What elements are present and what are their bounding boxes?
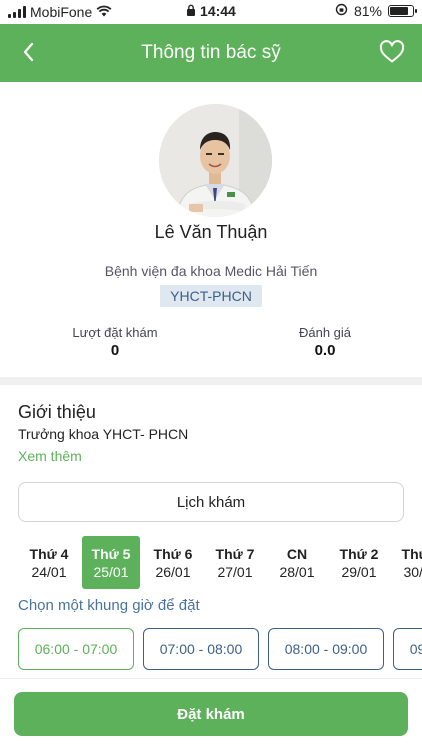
day-name: Thứ 4 bbox=[29, 545, 69, 562]
day-item[interactable]: Thứ 330/01 bbox=[392, 536, 422, 589]
doctor-profile: Lê Văn Thuận Bệnh viện đa khoa Medic Hải… bbox=[0, 82, 422, 378]
day-name: Thứ 6 bbox=[153, 545, 193, 562]
doctor-avatar bbox=[159, 104, 272, 217]
day-date: 25/01 bbox=[93, 563, 129, 580]
doctor-name: Lê Văn Thuận bbox=[154, 222, 268, 242]
hospital-name: Bệnh viện đa khoa Medic Hải Tiến bbox=[104, 263, 318, 279]
lock-icon bbox=[186, 3, 200, 19]
footer-bar: Đặt khám bbox=[0, 678, 422, 750]
day-name: Thứ 2 bbox=[339, 545, 379, 562]
day-name: Thứ 3 bbox=[401, 545, 422, 562]
time-slot[interactable]: 06:00 - 07:00 bbox=[18, 628, 134, 670]
day-item[interactable]: Thứ 2 29/01 bbox=[330, 536, 388, 589]
section-divider bbox=[0, 377, 422, 385]
specialty-wrap: YHCT-PHCN bbox=[0, 285, 422, 307]
day-name: CN bbox=[286, 545, 308, 562]
day-date: 28/01 bbox=[279, 563, 315, 580]
rating-value: 0.0 bbox=[314, 342, 336, 359]
day-name: Thứ 7 bbox=[215, 545, 255, 562]
intro-heading: Giới thiệu bbox=[18, 402, 96, 422]
back-button[interactable] bbox=[16, 40, 40, 64]
day-date: 30/01 bbox=[403, 563, 422, 580]
app-header: Thông tin bác sỹ bbox=[0, 24, 422, 82]
day-selector: Thứ 4 24/01 Thứ 5 25/01 Thứ 6 26/01 Thứ 7 27… bbox=[20, 536, 422, 590]
rating-stat: Đánh giá 0.0 bbox=[270, 325, 380, 359]
chevron-left-icon bbox=[23, 42, 34, 62]
time-slot-list: 06:00 - 07:00 07:00 - 08:00 08:00 - 09:0… bbox=[18, 628, 422, 672]
intro-text: Trưởng khoa YHCT- PHCN bbox=[18, 426, 189, 442]
day-date: 26/01 bbox=[155, 563, 191, 580]
bookings-label: Lượt đặt khám bbox=[72, 325, 158, 340]
specialty-badge: YHCT-PHCN bbox=[160, 285, 262, 307]
schedule-button[interactable]: Lịch khám bbox=[18, 482, 404, 522]
time-slot-prompt: Chọn một khung giờ để đặt bbox=[18, 597, 200, 614]
clock-time: 14:44 bbox=[200, 3, 236, 19]
page-title: Thông tin bác sỹ bbox=[141, 42, 281, 63]
battery-icon bbox=[388, 5, 417, 17]
bookings-value: 0 bbox=[110, 342, 120, 359]
bookings-stat: Lượt đặt khám 0 bbox=[60, 325, 170, 359]
battery-percent: 81% bbox=[353, 3, 382, 19]
orientation-lock-icon bbox=[335, 3, 348, 19]
day-date: 27/01 bbox=[217, 563, 253, 580]
day-date: 24/01 bbox=[31, 563, 67, 580]
day-item[interactable]: Thứ 6 26/01 bbox=[144, 536, 202, 589]
time-slot[interactable]: 09:00 - 10:00 bbox=[393, 628, 422, 670]
heart-outline-icon bbox=[379, 40, 405, 63]
day-item[interactable]: CN 28/01 bbox=[268, 536, 326, 589]
favorite-button[interactable] bbox=[378, 38, 406, 66]
see-more-link[interactable]: Xem thêm bbox=[18, 448, 82, 464]
rating-label: Đánh giá bbox=[298, 325, 352, 340]
day-item[interactable]: Thứ 4 24/01 bbox=[20, 536, 78, 589]
day-item[interactable]: Thứ 7 27/01 bbox=[206, 536, 264, 589]
day-name: Thứ 5 bbox=[91, 545, 131, 562]
time-slot[interactable]: 07:00 - 08:00 bbox=[143, 628, 259, 670]
status-right: 81% bbox=[335, 3, 417, 19]
time-slot[interactable]: 08:00 - 09:00 bbox=[268, 628, 384, 670]
day-date: 29/01 bbox=[341, 563, 377, 580]
book-appointment-button[interactable]: Đặt khám bbox=[14, 692, 408, 736]
status-bar: MobiFone 14:44 81% bbox=[0, 0, 422, 24]
day-item[interactable]: Thứ 5 25/01 bbox=[82, 536, 140, 589]
